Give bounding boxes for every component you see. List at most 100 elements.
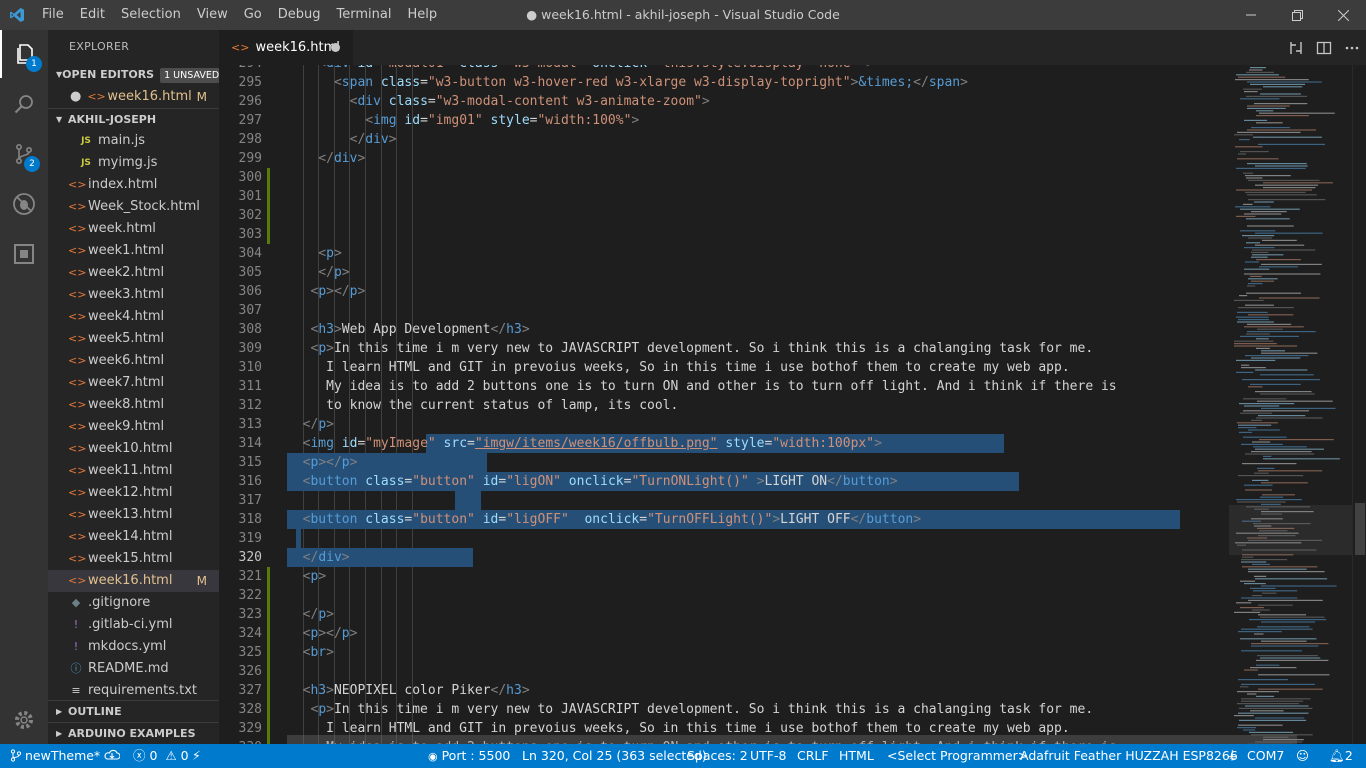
file-item[interactable]: <> week12.html — [48, 482, 219, 504]
code-line[interactable]: <div id="modal01" class="w3-modal" oncli… — [287, 65, 874, 73]
file-item[interactable]: <> week2.html — [48, 262, 219, 284]
menu-file[interactable]: File — [34, 0, 72, 30]
code-line[interactable]: <button class="button" id="ligON" onclic… — [287, 472, 898, 491]
code-line[interactable]: <p> — [287, 244, 342, 263]
code-line[interactable]: I learn HTML and GIT in prevoius weeks, … — [287, 358, 1070, 377]
more-actions-icon[interactable] — [1338, 40, 1366, 56]
code-line[interactable]: </div> — [287, 548, 350, 567]
open-editors-section[interactable]: ▼ OPEN EDITORS 1 UNSAVED — [48, 64, 219, 86]
arduino-examples-section[interactable]: ▶ ARDUINO EXAMPLES — [48, 722, 219, 744]
notifications[interactable]: 🔔︎2 — [1329, 744, 1353, 768]
file-item[interactable]: <> week13.html — [48, 504, 219, 526]
unsaved-dot-icon[interactable] — [331, 43, 340, 52]
file-item[interactable]: <> week8.html — [48, 394, 219, 416]
minimap[interactable] — [1229, 65, 1357, 744]
settings-gear-icon[interactable] — [0, 696, 48, 744]
file-item[interactable]: <> week4.html — [48, 306, 219, 328]
menu-edit[interactable]: Edit — [72, 0, 113, 30]
code-line[interactable]: </p> — [287, 415, 334, 434]
search-icon[interactable] — [0, 80, 48, 128]
file-item[interactable]: <> week11.html — [48, 460, 219, 482]
scrollbar-thumb[interactable] — [1355, 503, 1365, 555]
code-line[interactable]: <h3>Web App Development</h3> — [287, 320, 529, 339]
indentation[interactable]: Spaces: 2 — [687, 744, 748, 768]
code-line[interactable]: <img id="myImage" src="imgw/items/week16… — [287, 434, 882, 453]
horizontal-scrollbar[interactable] — [287, 735, 1297, 744]
lightning-icon[interactable]: ⚡ — [192, 744, 201, 768]
code-line[interactable]: <p> — [287, 567, 327, 586]
file-item[interactable]: <> week15.html — [48, 548, 219, 570]
file-item[interactable]: <> week3.html — [48, 284, 219, 306]
file-item[interactable]: <> week7.html — [48, 372, 219, 394]
code-editor[interactable]: 294 295 296 297 298 299 300 301 302 303 304 305 306 3… — [219, 65, 1366, 744]
file-item[interactable]: ⓘ README.md — [48, 658, 219, 680]
project-section[interactable]: ▼ AKHIL-JOSEPH — [48, 108, 219, 130]
vertical-scrollbar[interactable] — [1352, 65, 1366, 744]
branch-indicator[interactable]: newTheme* — [10, 744, 100, 768]
file-item[interactable]: <> week14.html — [48, 526, 219, 548]
code-line[interactable]: <button class="button" id="ligOFF" oncli… — [287, 510, 921, 529]
file-item[interactable]: <> Week_Stock.html — [48, 196, 219, 218]
close-icon[interactable] — [1320, 0, 1366, 30]
code-line[interactable]: <img id="img01" style="width:100%"> — [287, 111, 639, 130]
cursor-position[interactable]: Ln 320, Col 25 (363 selected) — [522, 744, 707, 768]
code-line[interactable]: My idea is to add 2 buttons one is to tu… — [287, 377, 1117, 396]
menu-debug[interactable]: Debug — [270, 0, 329, 30]
menu-view[interactable]: View — [189, 0, 236, 30]
open-editor-item[interactable]: ● <> week16.html M — [48, 86, 219, 108]
menu-help[interactable]: Help — [399, 0, 445, 30]
board-select[interactable]: Adafruit Feather HUZZAH ESP8266 — [1020, 744, 1238, 768]
code-line[interactable]: </p> — [287, 263, 349, 282]
file-item[interactable]: <> index.html — [48, 174, 219, 196]
code-line[interactable]: <p></p> — [287, 453, 358, 472]
language-mode[interactable]: HTML — [839, 744, 874, 768]
split-editor-icon[interactable] — [1310, 40, 1338, 56]
programmer-select[interactable]: <Select Programmer> — [887, 744, 1028, 768]
problems-indicator[interactable]: ⓧ 0 ⚠ 0 — [133, 744, 189, 768]
tab-week16[interactable]: <> week16.html — [219, 30, 353, 65]
file-item[interactable]: JS main.js — [48, 130, 219, 152]
file-item[interactable]: <> week6.html — [48, 350, 219, 372]
restore-icon[interactable] — [1274, 0, 1320, 30]
code-line[interactable]: </div> — [287, 149, 365, 168]
com-port[interactable]: COM7 — [1247, 744, 1284, 768]
feedback-smiley-icon[interactable]: ☺ — [1296, 744, 1309, 768]
code-line[interactable]: <p>In this time i m very new to JAVASCRI… — [287, 339, 1093, 358]
file-item[interactable]: ◆ .gitignore — [48, 592, 219, 614]
outline-section[interactable]: ▶ OUTLINE — [48, 700, 219, 722]
extensions-icon[interactable] — [0, 230, 48, 278]
code-line[interactable]: </div> — [287, 130, 397, 149]
code-line[interactable]: <p></p> — [287, 282, 365, 301]
code-line[interactable]: <p>In this time i m very new to JAVASCRI… — [287, 700, 1093, 719]
code-line[interactable]: <div class="w3-modal-content w3-animate-… — [287, 92, 710, 111]
code-line[interactable]: <p></p> — [287, 624, 358, 643]
encoding[interactable]: UTF-8 — [750, 744, 786, 768]
file-item[interactable]: <> week10.html — [48, 438, 219, 460]
code-line[interactable]: <span class="w3-button w3-hover-red w3-x… — [287, 73, 968, 92]
explorer-icon[interactable]: 1 — [0, 30, 48, 78]
code-line[interactable]: <br> — [287, 643, 334, 662]
live-server-port[interactable]: ◉ Port : 5500 — [428, 744, 510, 768]
code-line[interactable]: </p> — [287, 605, 334, 624]
source-control-icon[interactable]: 2 — [0, 130, 48, 178]
menu-selection[interactable]: Selection — [113, 0, 189, 30]
file-item[interactable]: <> week9.html — [48, 416, 219, 438]
menu-terminal[interactable]: Terminal — [329, 0, 400, 30]
file-item[interactable]: <> week1.html — [48, 240, 219, 262]
code-line[interactable]: <h3>NEOPIXEL color Piker</h3> — [287, 681, 530, 700]
file-item[interactable]: ! mkdocs.yml — [48, 636, 219, 658]
file-item[interactable]: <> week.html — [48, 218, 219, 240]
file-item[interactable]: JS myimg.js — [48, 152, 219, 174]
file-item[interactable]: <> week5.html — [48, 328, 219, 350]
file-item[interactable]: <> week16.html M — [48, 570, 219, 592]
sync-icon[interactable] — [104, 744, 121, 768]
minimap-viewport[interactable] — [1229, 505, 1357, 555]
line-ending[interactable]: CRLF — [797, 744, 829, 768]
debug-icon[interactable] — [0, 180, 48, 228]
file-item[interactable]: ! .gitlab-ci.yml — [48, 614, 219, 636]
minimize-icon[interactable] — [1228, 0, 1274, 30]
open-changes-icon[interactable] — [1282, 40, 1310, 56]
code-line[interactable]: to know the current status of lamp, its … — [287, 396, 678, 415]
file-item[interactable]: ≡ requirements.txt — [48, 680, 219, 702]
menu-go[interactable]: Go — [236, 0, 270, 30]
